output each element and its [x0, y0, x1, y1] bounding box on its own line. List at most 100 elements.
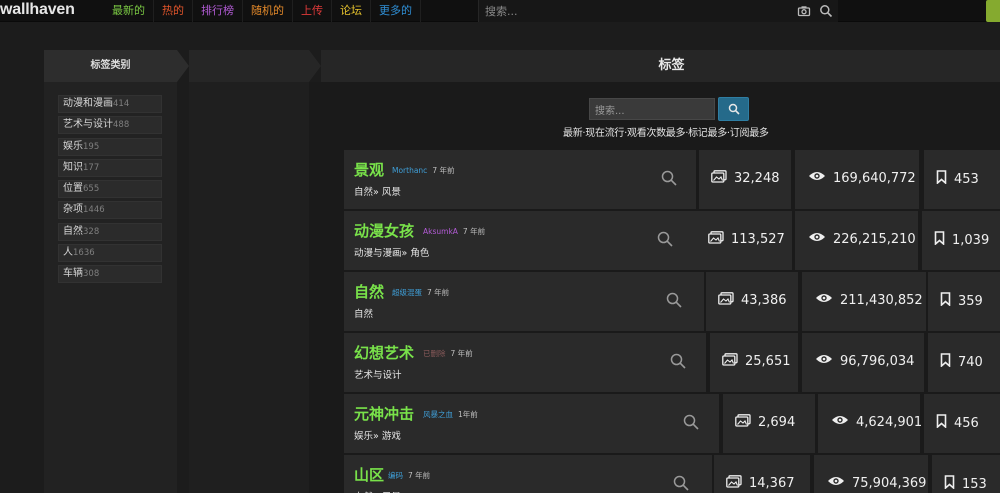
view-count-value: 96,796,034 [840, 353, 915, 369]
tag-search-button[interactable] [718, 97, 749, 121]
view-count-cell: 75,904,369 [814, 455, 928, 493]
category-item[interactable]: 自然328 [58, 222, 162, 241]
subscriber-count-value: 1,039 [952, 232, 990, 248]
upload-button-edge[interactable] [986, 0, 1000, 22]
eye-icon [815, 353, 840, 369]
images-icon [708, 231, 731, 248]
category-item[interactable]: 娱乐195 [58, 137, 162, 156]
tag-creator[interactable]: 超级混蛋 [392, 288, 422, 297]
category-name: 知识 [63, 161, 83, 173]
category-item[interactable]: 艺术与设计488 [58, 116, 162, 135]
tag-meta: 超级混蛋 7 年前 [392, 287, 449, 298]
top-bar: wallhaven 最新的 热的 排行榜 随机的 上传 论坛 更多的 [0, 0, 1000, 22]
subscriber-count: 1,039 [934, 231, 989, 249]
tag-breadcrumb: 自然» 风景 [354, 489, 401, 493]
images-icon [711, 170, 734, 187]
wallpaper-count-cell: 43,386 [706, 272, 798, 331]
tag-name-link[interactable]: 山区 [354, 464, 384, 485]
view-count: 226,215,210 [808, 231, 916, 247]
category-item[interactable]: 位置655 [58, 180, 162, 199]
tag-name-link[interactable]: 动漫女孩 [354, 220, 414, 241]
subscriber-count-cell: 456 [924, 394, 1000, 453]
nav-link[interactable]: 热的 [154, 0, 193, 22]
tag-creator[interactable]: AksumkA [423, 227, 458, 236]
view-count-cell: 211,430,852 [802, 272, 926, 331]
tag-age: 7 年前 [432, 166, 455, 175]
category-item[interactable]: 杂项1446 [58, 201, 162, 220]
category-name: 位置 [63, 183, 83, 195]
category-count: 1636 [73, 248, 95, 259]
sort-most-viewed[interactable]: 观看次数最多 [627, 128, 686, 139]
subscriber-count-value: 456 [954, 415, 979, 431]
view-count-value: 4,624,901 [856, 414, 923, 430]
sort-latest[interactable]: 最新 [563, 128, 583, 139]
subscriber-count-cell: 359 [928, 272, 1000, 331]
sort-trending[interactable]: 现在流行 [585, 128, 624, 139]
view-count: 75,904,369 [827, 475, 926, 491]
search-icon[interactable] [661, 170, 677, 186]
bookmark-icon [936, 170, 954, 188]
tag-search-input[interactable] [590, 101, 710, 122]
search-icon[interactable] [819, 4, 833, 18]
images-icon [718, 292, 741, 309]
search-icon[interactable] [666, 292, 682, 308]
tag-name-cell: 幻想艺术 已删除 7 年前 艺术与设计 [344, 333, 706, 392]
subscriber-count-value: 153 [962, 476, 987, 492]
subscriber-count: 359 [940, 292, 983, 310]
tag-name-cell: 元神冲击 风暴之血 1年前 娱乐» 游戏 [344, 394, 719, 453]
search-icon[interactable] [657, 231, 673, 247]
tag-name-cell: 山区编码 7 年前自然» 风景 [344, 455, 712, 493]
nav-link[interactable]: 上传 [293, 0, 332, 22]
wallpaper-count-value: 14,367 [749, 476, 795, 491]
search-input[interactable] [485, 3, 785, 19]
wallpaper-count-cell: 25,651 [710, 333, 798, 392]
search-icon [728, 103, 740, 115]
tag-creator[interactable]: 已删除 [423, 349, 446, 358]
search-icon[interactable] [683, 414, 699, 430]
tag-creator[interactable]: 风暴之血 [423, 410, 453, 419]
subscriber-count: 453 [936, 170, 979, 188]
sort-options: 最新·现在流行·观看次数最多·标记最多·订阅最多 [563, 128, 769, 139]
tag-name-link[interactable]: 幻想艺术 [354, 342, 414, 363]
tag-age: 7 年前 [450, 349, 473, 358]
tag-name-link[interactable]: 元神冲击 [354, 403, 414, 424]
search-icon[interactable] [670, 353, 686, 369]
category-name: 娱乐 [63, 140, 83, 152]
category-item[interactable]: 知识177 [58, 158, 162, 177]
nav-link[interactable]: 排行榜 [193, 0, 243, 22]
category-item[interactable]: 人1636 [58, 244, 162, 263]
wallpaper-count-cell: 2,694 [723, 394, 815, 453]
wallpaper-count: 25,651 [722, 353, 791, 370]
view-count-cell: 169,640,772 [795, 150, 919, 209]
eye-icon [808, 170, 833, 186]
wallpaper-count: 43,386 [718, 292, 787, 309]
sort-most-subscribed[interactable]: 订阅最多 [730, 128, 769, 139]
subscriber-count-value: 740 [958, 354, 983, 370]
images-icon [722, 353, 745, 370]
sort-most-tagged[interactable]: 标记最多 [688, 128, 727, 139]
view-count: 96,796,034 [815, 353, 914, 369]
tag-name-link[interactable]: 自然 [354, 281, 384, 302]
category-name: 杂项 [63, 204, 83, 216]
nav-link[interactable]: 论坛 [332, 0, 371, 22]
category-item[interactable]: 动漫和漫画414 [58, 95, 162, 113]
category-item[interactable]: 车辆308 [58, 265, 162, 284]
nav-link[interactable]: 更多的 [371, 0, 421, 22]
nav-link[interactable]: 最新的 [104, 0, 154, 22]
bookmark-icon [940, 292, 958, 310]
tag-name-link[interactable]: 景观 [354, 159, 384, 180]
view-count: 169,640,772 [808, 170, 916, 186]
category-count: 414 [113, 99, 130, 109]
logo[interactable]: wallhaven [0, 1, 75, 19]
tag-creator[interactable]: 编码 [388, 471, 403, 480]
wallpaper-count: 113,527 [708, 231, 785, 248]
wallpaper-count-cell: 113,527 [696, 211, 792, 270]
camera-icon[interactable] [797, 4, 811, 18]
nav-link[interactable]: 随机的 [243, 0, 293, 22]
tag-row: 自然 超级混蛋 7 年前 自然 43,386 211,430,852 359 [344, 272, 1000, 331]
images-icon [726, 475, 749, 492]
tag-creator[interactable]: Morthanc [392, 166, 427, 175]
subscriber-count: 153 [944, 475, 987, 493]
category-name: 人 [63, 247, 73, 259]
search-icon[interactable] [673, 475, 689, 491]
